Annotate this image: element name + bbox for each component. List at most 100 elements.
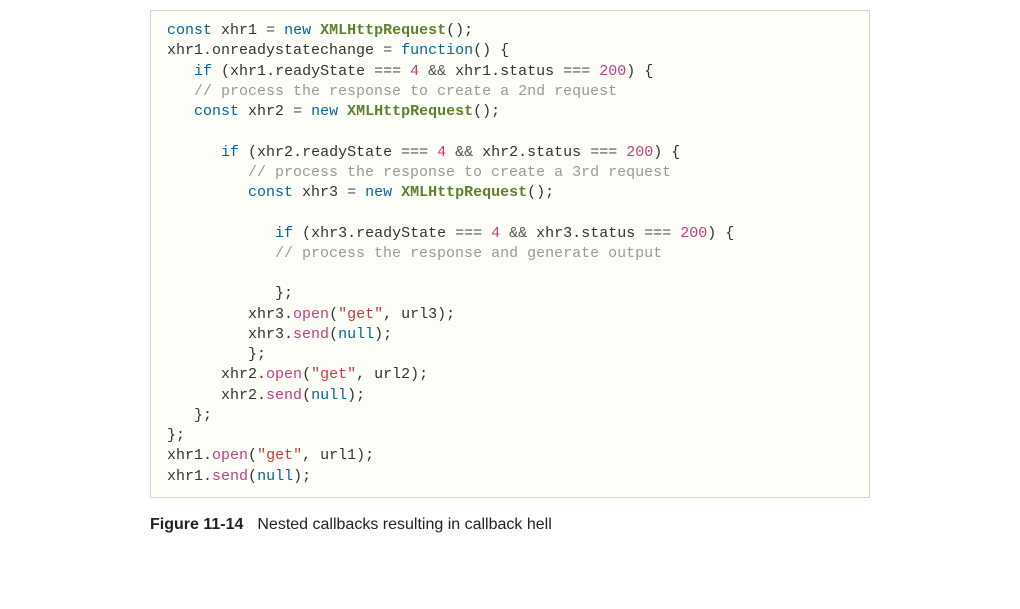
identifier: xhr3	[302, 184, 338, 201]
op-eq: =	[383, 42, 392, 59]
indent	[167, 144, 221, 161]
punct: (	[293, 225, 311, 242]
class-name: XMLHttpRequest	[320, 22, 446, 39]
property: readyState	[275, 63, 365, 80]
dot: .	[257, 387, 266, 404]
op-eqeqeq: ===	[446, 225, 491, 242]
identifier: xhr3	[248, 306, 284, 323]
keyword-const: const	[167, 22, 212, 39]
comment: // process the response to create a 2nd …	[194, 83, 617, 100]
comma: ,	[383, 306, 401, 323]
dot: .	[293, 144, 302, 161]
comment: // process the response and generate out…	[275, 245, 662, 262]
punct: () {	[473, 42, 509, 59]
dot: .	[572, 225, 581, 242]
number: 4	[491, 225, 500, 242]
keyword-new: new	[284, 22, 311, 39]
identifier: xhr1	[167, 42, 203, 59]
indent	[167, 326, 248, 343]
identifier: xhr3	[536, 225, 572, 242]
identifier: xhr1	[221, 22, 257, 39]
indent	[167, 184, 248, 201]
keyword-if: if	[221, 144, 239, 161]
identifier: xhr2	[248, 103, 284, 120]
indent	[167, 366, 221, 383]
property: status	[581, 225, 635, 242]
identifier: xhr2	[221, 366, 257, 383]
punct: ) {	[707, 225, 734, 242]
number: 200	[599, 63, 626, 80]
comment: // process the response to create a 3rd …	[248, 164, 671, 181]
punct: );	[293, 468, 311, 485]
punct: );	[356, 447, 374, 464]
punct: ();	[473, 103, 500, 120]
indent	[167, 245, 275, 262]
op-eq: =	[347, 184, 356, 201]
identifier: xhr2	[257, 144, 293, 161]
property: readyState	[302, 144, 392, 161]
indent	[167, 346, 248, 363]
method-send: send	[293, 326, 329, 343]
dot: .	[203, 42, 212, 59]
op-and: &&	[446, 144, 482, 161]
op-eqeqeq: ===	[554, 63, 599, 80]
op-eqeqeq: ===	[581, 144, 626, 161]
identifier: url2	[374, 366, 410, 383]
punct: ();	[527, 184, 554, 201]
indent	[167, 225, 275, 242]
method-open: open	[212, 447, 248, 464]
comma: ,	[302, 447, 320, 464]
null-literal: null	[311, 387, 347, 404]
figure-caption: Figure 11-14Nested callbacks resulting i…	[150, 516, 870, 534]
method-send: send	[212, 468, 248, 485]
identifier: xhr3	[311, 225, 347, 242]
identifier: xhr2	[482, 144, 518, 161]
method-open: open	[266, 366, 302, 383]
keyword-function: function	[401, 42, 473, 59]
code-block: const xhr1 = new XMLHttpRequest(); xhr1.…	[150, 10, 870, 498]
op-and: &&	[500, 225, 536, 242]
brace-close: };	[275, 285, 293, 302]
op-eqeqeq: ===	[635, 225, 680, 242]
keyword-const: const	[194, 103, 239, 120]
identifier: xhr1	[230, 63, 266, 80]
punct: (	[248, 447, 257, 464]
punct: (	[248, 468, 257, 485]
punct: (	[212, 63, 230, 80]
op-eqeqeq: ===	[365, 63, 410, 80]
punct: ) {	[626, 63, 653, 80]
figure-caption-text: Nested callbacks resulting in callback h…	[257, 516, 551, 533]
brace-close: };	[167, 427, 185, 444]
indent	[167, 306, 248, 323]
class-name: XMLHttpRequest	[347, 103, 473, 120]
indent	[167, 103, 194, 120]
punct: (	[239, 144, 257, 161]
identifier: url1	[320, 447, 356, 464]
null-literal: null	[257, 468, 293, 485]
indent	[167, 164, 248, 181]
indent	[167, 83, 194, 100]
number: 4	[410, 63, 419, 80]
punct: ();	[446, 22, 473, 39]
keyword-if: if	[194, 63, 212, 80]
punct: (	[302, 387, 311, 404]
op-eqeqeq: ===	[392, 144, 437, 161]
identifier: xhr2	[221, 387, 257, 404]
number: 4	[437, 144, 446, 161]
identifier: xhr1	[455, 63, 491, 80]
indent	[167, 387, 221, 404]
property: status	[500, 63, 554, 80]
punct: ) {	[653, 144, 680, 161]
indent	[167, 407, 194, 424]
method-send: send	[266, 387, 302, 404]
property: onreadystatechange	[212, 42, 374, 59]
punct: );	[437, 306, 455, 323]
brace-close: };	[194, 407, 212, 424]
punct: );	[410, 366, 428, 383]
keyword-const: const	[248, 184, 293, 201]
dot: .	[491, 63, 500, 80]
indent	[167, 285, 275, 302]
punct: (	[329, 326, 338, 343]
op-and: &&	[419, 63, 455, 80]
class-name: XMLHttpRequest	[401, 184, 527, 201]
